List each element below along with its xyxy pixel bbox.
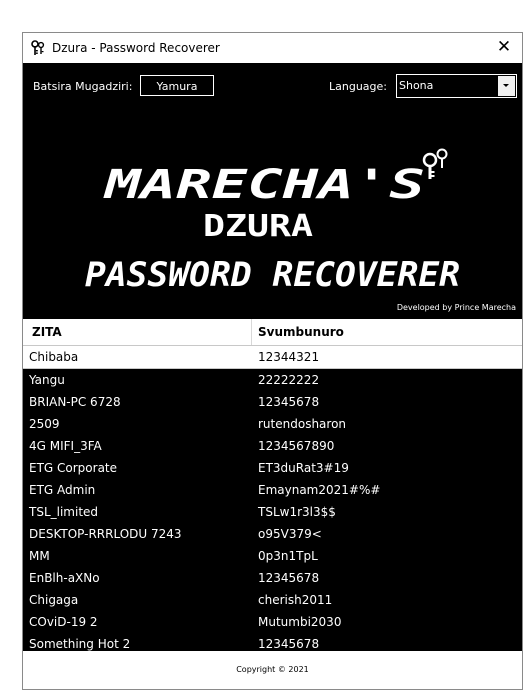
footer: Copyright © 2021 [23,651,522,689]
name-field[interactable]: Yamura [140,75,214,96]
logo-line2: DZURA [203,209,313,244]
table-row[interactable]: EnBlh-aXNo 12345678 [23,567,522,589]
window-title: Dzura - Password Recoverer [52,41,220,55]
network-name-cell: Yangu [29,373,65,387]
network-name-cell: BRIAN-PC 6728 [29,395,121,409]
dropdown-arrow-button[interactable] [498,76,515,96]
network-name-cell: DESKTOP-RRRLODU 7243 [29,527,182,541]
table-row[interactable]: ETG Admin Emaynam2021#%# [23,479,522,501]
password-cell: Mutumbi2030 [258,615,342,629]
table-row[interactable]: DESKTOP-RRRLODU 7243 o95V379< [23,523,522,545]
close-icon[interactable]: ✕ [497,37,511,57]
network-name-cell: MM [29,549,50,563]
network-name-cell: Something Hot 2 [29,637,131,651]
language-label: Language: [329,80,387,93]
password-cell: ET3duRat3#19 [258,461,349,475]
password-cell: 0p3n1TpL [258,549,318,563]
table-row[interactable]: Chibaba 12344321 [23,346,522,369]
network-name-cell: ETG Corporate [29,461,118,475]
network-name-cell: TSL_limited [29,505,99,519]
table-row[interactable]: MM 0p3n1TpL [23,545,522,567]
password-cell: o95V379< [258,527,322,541]
network-name-cell: Chibaba [29,350,79,364]
password-cell: 12344321 [258,350,320,364]
table-row[interactable]: Chigaga cherish2011 [23,589,522,611]
title-bar: Dzura - Password Recoverer ✕ [23,33,522,63]
language-select[interactable]: Shona [396,74,517,98]
password-cell: cherish2011 [258,593,333,607]
app-window: Dzura - Password Recoverer ✕ Batsira Mug… [22,32,523,690]
password-cell: rutendosharon [258,417,347,431]
network-name-cell: EnBlh-aXNo [29,571,100,585]
column-header-name[interactable]: ZITA [32,325,62,339]
caller-label: Batsira Mugadziri: [33,80,133,93]
chevron-down-icon[interactable] [503,84,509,87]
network-name-cell: COviD-19 2 [29,615,98,629]
logo-line1: MARECHA'S [102,162,425,208]
column-header-password[interactable]: Svumbunuro [258,325,344,339]
table-header: ZITA Svumbunuro [23,319,522,346]
header-panel: Batsira Mugadziri: Yamura Language: Shon… [23,63,522,321]
password-cell: 22222222 [258,373,320,387]
app-logo: MARECHA'S DZURA PASSWORD RECOVERER [85,148,460,295]
network-name-cell: 2509 [29,417,60,431]
password-cell: Emaynam2021#%# [258,483,381,497]
table-row[interactable]: 2509 rutendosharon [23,413,522,435]
close-button[interactable]: ✕ [494,37,514,57]
network-name-cell: Chigaga [29,593,79,607]
copyright-text: Copyright © 2021 [236,665,309,674]
password-cell: 12345678 [258,571,320,585]
network-name-cell: ETG Admin [29,483,96,497]
table-body: Chibaba 12344321 Yangu 22222222 BRIAN-PC 672… [23,346,522,655]
keys-icon [422,148,448,179]
table-row[interactable]: BRIAN-PC 6728 12345678 [23,391,522,413]
keys-icon [31,40,45,55]
password-cell: 12345678 [258,637,320,651]
table-row[interactable]: ETG Corporate ET3duRat3#19 [23,457,522,479]
developer-credit: Developed by Prince Marecha [396,303,516,312]
table-row[interactable]: TSL_limited TSLw1r3l3$$ [23,501,522,523]
password-cell: TSLw1r3l3$$ [258,505,336,519]
table-row[interactable]: Yangu 22222222 [23,369,522,391]
table-row[interactable]: 4G MIFI_3FA 1234567890 [23,435,522,457]
password-cell: 1234567890 [258,439,335,453]
logo-line3: PASSWORD RECOVERER [85,255,460,295]
network-name-cell: 4G MIFI_3FA [29,439,102,453]
password-cell: 12345678 [258,395,320,409]
results-table: ZITA Svumbunuro Chibaba 12344321 Yangu 2222… [23,319,522,655]
column-divider[interactable] [251,319,252,345]
language-value: Shona [399,79,434,92]
table-row[interactable]: COviD-19 2 Mutumbi2030 [23,611,522,633]
